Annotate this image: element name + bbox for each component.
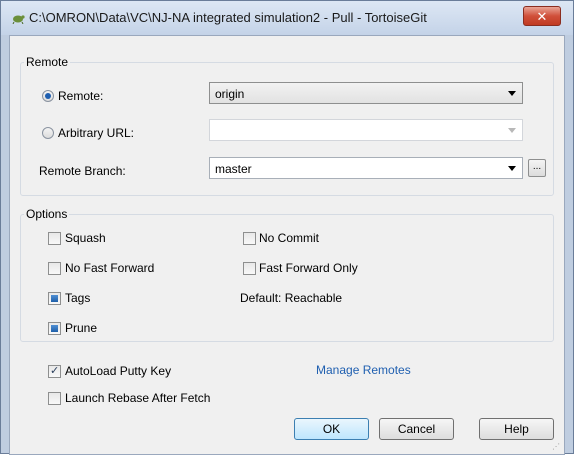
options-group: Options Squash No Commit No Fast Forward… bbox=[20, 207, 554, 342]
launch-rebase-checkbox[interactable] bbox=[48, 392, 61, 405]
tags-checkbox[interactable] bbox=[48, 292, 61, 305]
dialog-body: Remote Remote: origin Arbitrary URL: Rem… bbox=[9, 35, 565, 455]
no-commit-label[interactable]: No Commit bbox=[259, 231, 319, 245]
remote-radio-label[interactable]: Remote: bbox=[58, 89, 103, 103]
remote-select-value: origin bbox=[215, 87, 245, 101]
options-group-label: Options bbox=[24, 207, 70, 221]
fast-forward-only-checkbox[interactable] bbox=[243, 262, 256, 275]
autoload-putty-checkbox[interactable] bbox=[48, 364, 61, 378]
pull-dialog-window: C:\OMRON\Data\VC\NJ-NA integrated simula… bbox=[0, 0, 574, 455]
chevron-down-icon bbox=[508, 91, 516, 96]
manage-remotes-link[interactable]: Manage Remotes bbox=[316, 363, 411, 377]
no-fast-forward-label[interactable]: No Fast Forward bbox=[65, 261, 154, 275]
title-bar[interactable]: C:\OMRON\Data\VC\NJ-NA integrated simula… bbox=[1, 1, 573, 35]
autoload-putty-label[interactable]: AutoLoad Putty Key bbox=[65, 364, 171, 378]
squash-checkbox[interactable] bbox=[48, 232, 61, 245]
resize-grip-icon[interactable]: ⋰ bbox=[552, 442, 562, 452]
launch-rebase-label[interactable]: Launch Rebase After Fetch bbox=[65, 391, 210, 405]
fast-forward-only-label[interactable]: Fast Forward Only bbox=[259, 261, 358, 275]
prune-checkbox[interactable] bbox=[48, 322, 61, 335]
arbitrary-url-label[interactable]: Arbitrary URL: bbox=[58, 126, 134, 140]
tortoisegit-icon bbox=[12, 15, 25, 24]
remote-branch-label: Remote Branch: bbox=[39, 164, 126, 178]
no-commit-checkbox[interactable] bbox=[243, 232, 256, 245]
tags-label[interactable]: Tags bbox=[65, 291, 90, 305]
arbitrary-url-radio[interactable] bbox=[42, 127, 54, 139]
no-fast-forward-checkbox[interactable] bbox=[48, 262, 61, 275]
remote-radio[interactable] bbox=[42, 90, 54, 102]
window-title: C:\OMRON\Data\VC\NJ-NA integrated simula… bbox=[29, 10, 427, 25]
remote-branch-combo[interactable]: master bbox=[209, 157, 523, 179]
chevron-down-icon bbox=[508, 166, 516, 171]
close-icon: ✕ bbox=[536, 9, 548, 24]
remote-select[interactable]: origin bbox=[209, 82, 523, 104]
chevron-down-icon bbox=[508, 128, 516, 133]
cancel-button[interactable]: Cancel bbox=[379, 418, 454, 440]
ok-button[interactable]: OK bbox=[294, 418, 369, 440]
remote-group: Remote Remote: origin Arbitrary URL: Rem… bbox=[20, 55, 554, 196]
help-button[interactable]: Help bbox=[479, 418, 554, 440]
remote-group-label: Remote bbox=[24, 55, 71, 69]
browse-branch-button[interactable]: ... bbox=[528, 159, 546, 177]
close-button[interactable]: ✕ bbox=[523, 6, 561, 26]
remote-branch-value: master bbox=[215, 162, 252, 176]
tags-default-text: Default: Reachable bbox=[240, 291, 343, 305]
squash-label[interactable]: Squash bbox=[65, 231, 106, 245]
prune-label[interactable]: Prune bbox=[65, 321, 97, 335]
arbitrary-url-combo[interactable] bbox=[209, 119, 523, 141]
